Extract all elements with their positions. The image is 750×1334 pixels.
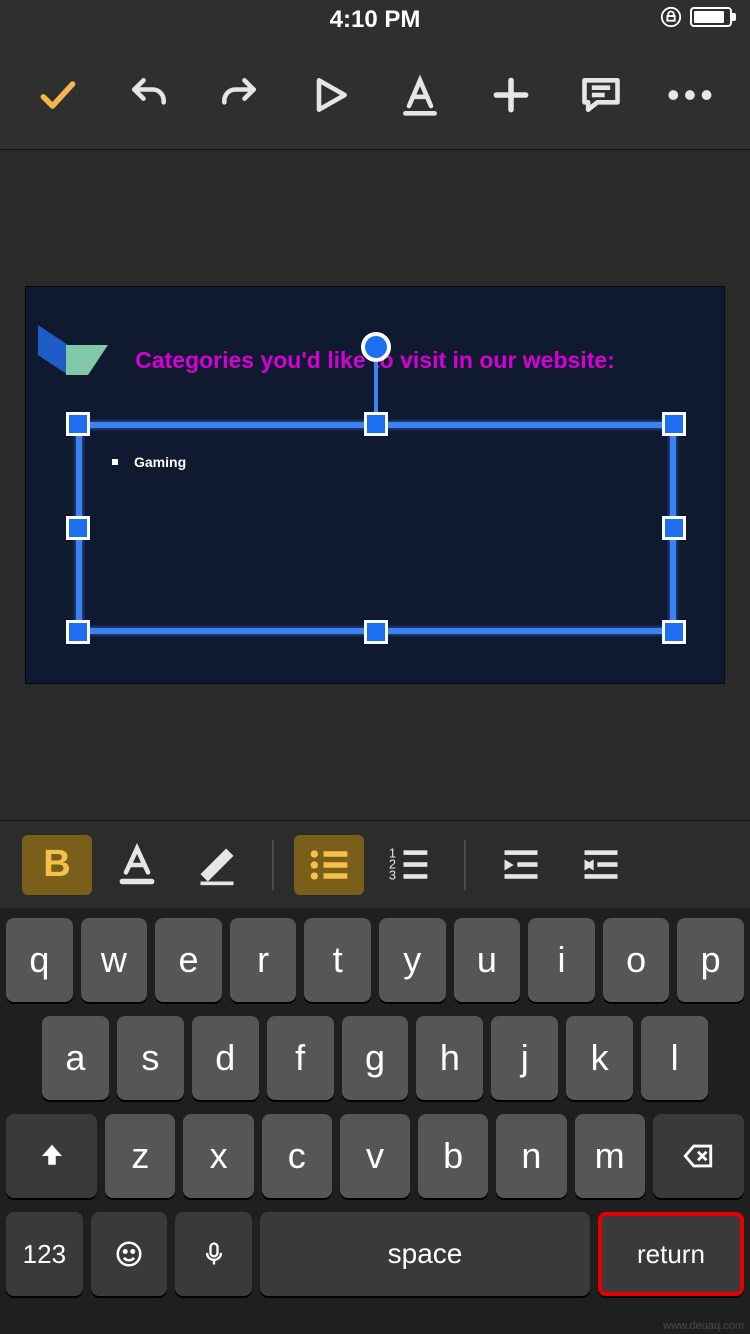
key-v[interactable]: v xyxy=(340,1114,410,1198)
status-time: 4:10 PM xyxy=(330,6,421,34)
key-f[interactable]: f xyxy=(267,1016,334,1100)
resize-handle-bm[interactable] xyxy=(364,620,388,644)
key-space[interactable]: space xyxy=(260,1212,590,1296)
comment-button[interactable] xyxy=(573,67,629,123)
bold-button[interactable]: B xyxy=(22,835,92,895)
key-w[interactable]: w xyxy=(81,918,148,1002)
play-button[interactable] xyxy=(302,67,358,123)
battery-icon xyxy=(690,7,732,27)
keyboard-row-4: 123 space return xyxy=(6,1212,744,1296)
highlight-button[interactable] xyxy=(182,835,252,895)
key-z[interactable]: z xyxy=(105,1114,175,1198)
key-i[interactable]: i xyxy=(528,918,595,1002)
key-q[interactable]: q xyxy=(6,918,73,1002)
resize-handle-tr[interactable] xyxy=(662,412,686,436)
add-button[interactable] xyxy=(483,67,539,123)
redo-button[interactable] xyxy=(211,67,267,123)
key-mode[interactable]: 123 xyxy=(6,1212,83,1296)
format-bar: B 123 xyxy=(0,820,750,908)
keyboard-row-1: q w e r t y u i o p xyxy=(6,918,744,1002)
slide[interactable]: Categories you'd like to visit in our we… xyxy=(25,286,725,684)
resize-handle-tm[interactable] xyxy=(364,412,388,436)
svg-text:3: 3 xyxy=(389,867,396,882)
resize-handle-ml[interactable] xyxy=(66,516,90,540)
separator xyxy=(464,840,466,890)
rotation-line xyxy=(374,360,378,414)
bullet-text: Gaming xyxy=(134,454,186,470)
key-p[interactable]: p xyxy=(677,918,744,1002)
undo-button[interactable] xyxy=(121,67,177,123)
keyboard-row-3: z x c v b n m xyxy=(6,1114,744,1198)
rotation-handle[interactable] xyxy=(361,332,391,362)
slide-canvas[interactable]: Categories you'd like to visit in our we… xyxy=(0,150,750,820)
bullet-list-button[interactable] xyxy=(294,835,364,895)
keyboard-row-2: a s d f g h j k l xyxy=(6,1016,744,1100)
key-n[interactable]: n xyxy=(496,1114,566,1198)
outdent-button[interactable] xyxy=(486,835,556,895)
indent-button[interactable] xyxy=(566,835,636,895)
numbered-list-button[interactable]: 123 xyxy=(374,835,444,895)
key-o[interactable]: o xyxy=(603,918,670,1002)
key-emoji[interactable] xyxy=(91,1212,168,1296)
text-color-button[interactable] xyxy=(102,835,172,895)
done-button[interactable] xyxy=(30,67,86,123)
key-j[interactable]: j xyxy=(491,1016,558,1100)
toolbar: ••• xyxy=(0,40,750,150)
key-m[interactable]: m xyxy=(575,1114,645,1198)
keyboard: q w e r t y u i o p a s d f g h j k l z … xyxy=(0,908,750,1334)
more-button[interactable]: ••• xyxy=(664,67,720,123)
key-shift[interactable] xyxy=(6,1114,97,1198)
key-r[interactable]: r xyxy=(230,918,297,1002)
key-backspace[interactable] xyxy=(653,1114,744,1198)
key-return[interactable]: return xyxy=(598,1212,744,1296)
resize-handle-tl[interactable] xyxy=(66,412,90,436)
key-y[interactable]: y xyxy=(379,918,446,1002)
key-s[interactable]: s xyxy=(117,1016,184,1100)
resize-handle-bl[interactable] xyxy=(66,620,90,644)
resize-handle-br[interactable] xyxy=(662,620,686,644)
key-e[interactable]: e xyxy=(155,918,222,1002)
bullet-item[interactable]: Gaming xyxy=(112,454,186,470)
key-x[interactable]: x xyxy=(183,1114,253,1198)
separator xyxy=(272,840,274,890)
key-mic[interactable] xyxy=(175,1212,252,1296)
key-a[interactable]: a xyxy=(42,1016,109,1100)
watermark: www.deuaq.com xyxy=(663,1320,744,1332)
key-k[interactable]: k xyxy=(566,1016,633,1100)
orientation-lock-icon xyxy=(660,6,682,28)
key-t[interactable]: t xyxy=(304,918,371,1002)
bullet-dot-icon xyxy=(112,459,118,465)
key-b[interactable]: b xyxy=(418,1114,488,1198)
selected-textbox[interactable]: Gaming xyxy=(66,412,686,644)
text-format-button[interactable] xyxy=(392,67,448,123)
status-icons xyxy=(660,6,732,28)
status-bar: 4:10 PM xyxy=(0,0,750,40)
key-u[interactable]: u xyxy=(454,918,521,1002)
key-h[interactable]: h xyxy=(416,1016,483,1100)
key-c[interactable]: c xyxy=(262,1114,332,1198)
resize-handle-mr[interactable] xyxy=(662,516,686,540)
key-l[interactable]: l xyxy=(641,1016,708,1100)
key-d[interactable]: d xyxy=(192,1016,259,1100)
key-g[interactable]: g xyxy=(342,1016,409,1100)
